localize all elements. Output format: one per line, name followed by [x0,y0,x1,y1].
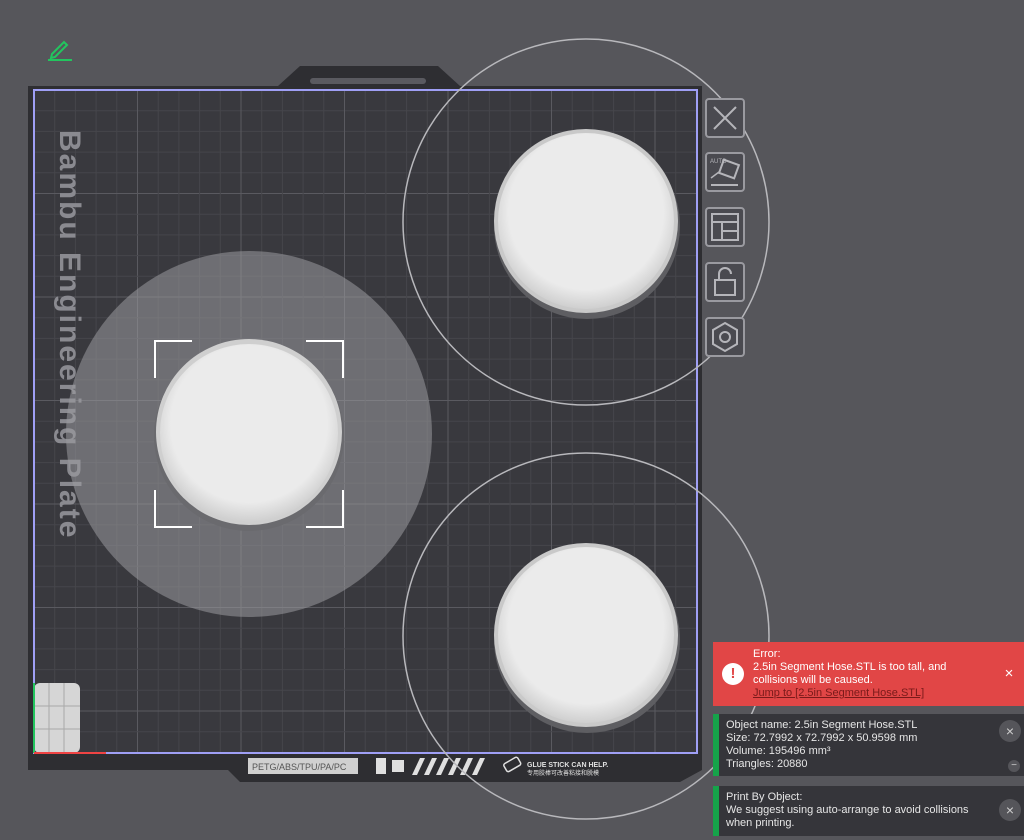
plate-filament-label: PETG/ABS/TPU/PA/PC [252,762,347,772]
print-by-object-message: We suggest using auto-arrange to avoid c… [726,804,969,829]
object-info-close-button[interactable]: × [999,720,1021,742]
hose-object-bottom-right[interactable] [494,543,680,733]
object-volume: Volume: 195496 mm³ [726,745,831,757]
print-by-object-title: Print By Object: [726,791,803,803]
unlock-icon [714,267,736,296]
print-by-object-notification: Print By Object: We suggest using auto-a… [713,786,1024,836]
error-notification: ! Error: 2.5in Segment Hose.STL is too t… [713,642,1024,706]
auto-orient-icon: AUTO [710,158,741,186]
object-name: Object name: 2.5in Segment Hose.STL [726,719,918,731]
object-info-notification: Object name: 2.5in Segment Hose.STL Size… [713,714,1024,776]
plate-settings-button[interactable] [705,317,745,357]
pencil-icon[interactable] [46,36,74,62]
glue-hint-line2: 专用胶棒可改善粘接和脱模 [527,769,599,777]
plate-handle [310,78,426,84]
collapse-button[interactable]: − [1008,760,1020,772]
print-by-object-close-button[interactable]: × [999,799,1021,821]
object-size: Size: 72.7992 x 72.7992 x 50.9598 mm [726,732,918,744]
hex-settings-icon [712,321,738,353]
object-triangles: Triangles: 20880 [726,758,808,770]
error-message: 2.5in Segment Hose.STL is too tall, and … [753,661,947,686]
glue-hint-line1: GLUE STICK CAN HELP. [527,762,608,769]
accent-bar [713,786,719,836]
error-title: Error: [753,648,781,660]
arrange-layout-icon [711,213,739,241]
close-x-icon [713,106,737,130]
delete-button[interactable] [705,98,745,138]
arrange-button[interactable] [705,207,745,247]
accent-bar [713,714,719,776]
lock-button[interactable] [705,262,745,302]
jump-to-object-link[interactable]: Jump to [2.5in Segment Hose.STL] [753,687,994,700]
error-close-button[interactable]: × [1000,665,1018,683]
auto-orient-button[interactable]: AUTO [705,152,745,192]
hose-object-selected[interactable] [154,339,344,531]
error-icon: ! [722,663,744,685]
hose-object-top-right[interactable] [494,129,680,319]
